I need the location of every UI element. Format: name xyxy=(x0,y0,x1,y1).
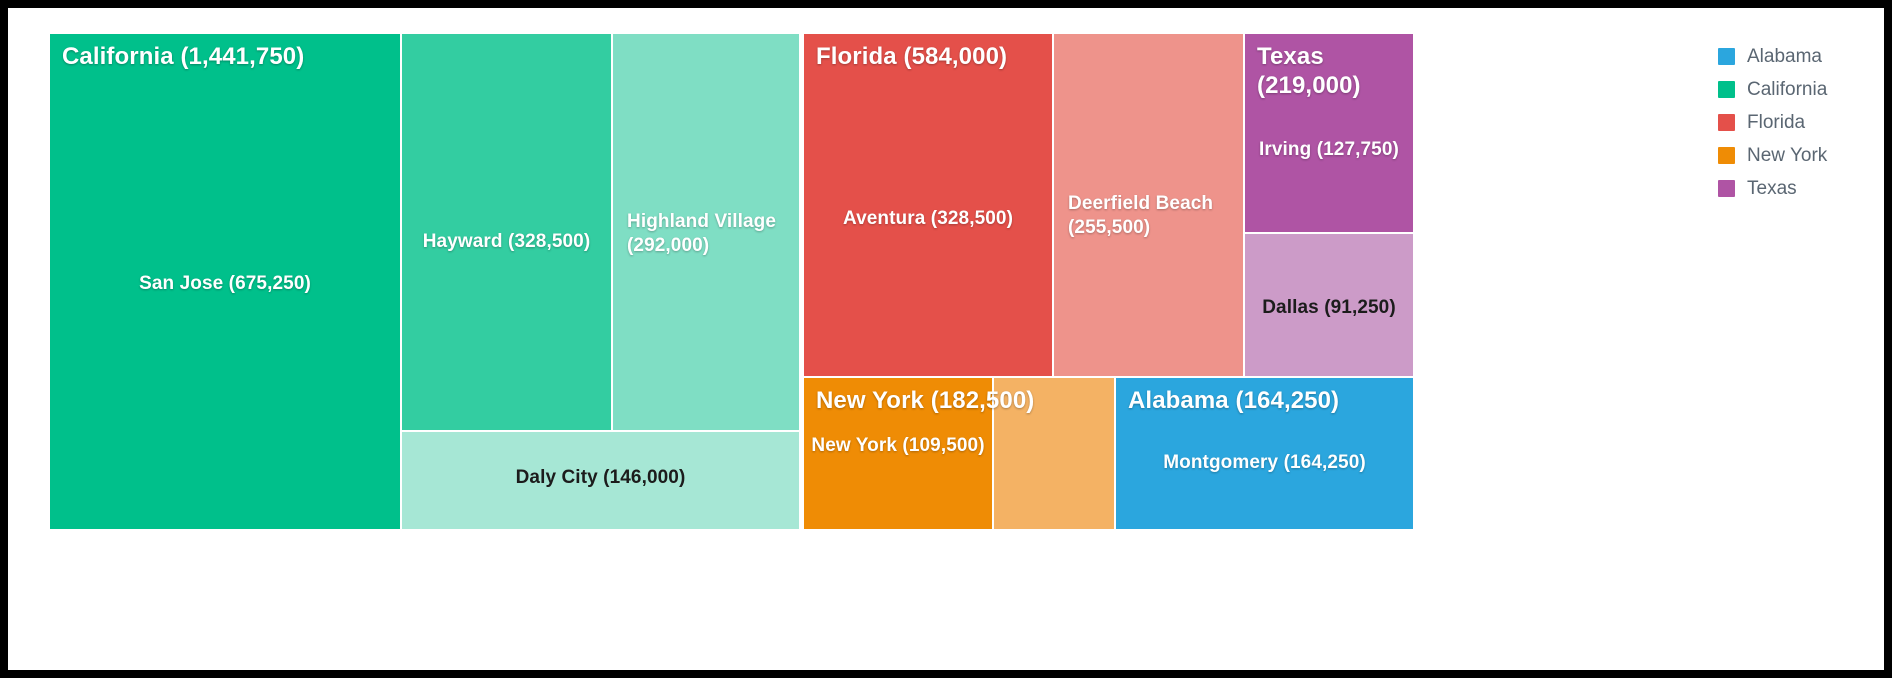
cell-label-irving: Irving (127,750) xyxy=(1259,139,1399,160)
chart-canvas: San Jose (675,250) Hayward (328,500) Hig… xyxy=(8,8,1884,670)
treemap-plot: San Jose (675,250) Hayward (328,500) Hig… xyxy=(50,34,1688,637)
cell-label-deerfield-beach: Deerfield Beach (255,500) xyxy=(1068,193,1214,238)
legend-label-texas: Texas xyxy=(1747,177,1797,199)
treemap-cell-montgomery[interactable]: Montgomery (164,250) xyxy=(1116,378,1413,529)
treemap-cell-dallas[interactable]: Dallas (91,250) xyxy=(1245,234,1413,376)
cell-label-montgomery: Montgomery (164,250) xyxy=(1163,452,1366,473)
cell-label-daly-city: Daly City (146,000) xyxy=(515,467,686,488)
treemap-cell-hayward[interactable]: Hayward (328,500) xyxy=(402,34,611,430)
legend-swatch-florida xyxy=(1718,114,1735,131)
legend: Alabama California Florida New York Texa… xyxy=(1718,40,1868,205)
legend-swatch-california xyxy=(1718,81,1735,98)
cell-label-hayward: Hayward (328,500) xyxy=(422,231,591,252)
legend-label-new-york: New York xyxy=(1747,144,1828,166)
legend-label-california: California xyxy=(1747,78,1828,100)
legend-swatch-texas xyxy=(1718,180,1735,197)
legend-swatch-alabama xyxy=(1718,48,1735,65)
cell-label-aventura: Aventura (328,500) xyxy=(842,208,1014,229)
treemap-cell-new-york-remainder[interactable] xyxy=(994,378,1114,529)
legend-item-california[interactable]: California xyxy=(1718,73,1868,106)
cell-label-new-york-city: New York (109,500) xyxy=(811,435,985,456)
legend-item-texas[interactable]: Texas xyxy=(1718,172,1868,205)
treemap-cell-deerfield-beach[interactable]: Deerfield Beach (255,500) xyxy=(1054,34,1243,376)
cell-label-dallas: Dallas (91,250) xyxy=(1262,297,1396,318)
legend-label-florida: Florida xyxy=(1747,111,1806,133)
legend-item-florida[interactable]: Florida xyxy=(1718,106,1868,139)
cell-label-san-jose: San Jose (675,250) xyxy=(139,273,311,294)
treemap-cell-san-jose[interactable]: San Jose (675,250) xyxy=(50,34,400,529)
treemap-cell-daly-city[interactable]: Daly City (146,000) xyxy=(402,432,799,529)
treemap-cell-aventura[interactable]: Aventura (328,500) xyxy=(804,34,1052,376)
legend-item-new-york[interactable]: New York xyxy=(1718,139,1868,172)
treemap-cell-highland-village[interactable]: Highland Village (292,000) xyxy=(613,34,799,430)
treemap-cell-irving[interactable]: Irving (127,750) xyxy=(1245,34,1413,232)
legend-label-alabama: Alabama xyxy=(1747,45,1822,67)
treemap-cell-new-york-city[interactable]: New York (109,500) xyxy=(804,378,992,529)
cell-label-highland-village: Highland Village (292,000) xyxy=(627,211,777,256)
legend-swatch-new-york xyxy=(1718,147,1735,164)
legend-item-alabama[interactable]: Alabama xyxy=(1718,40,1868,73)
